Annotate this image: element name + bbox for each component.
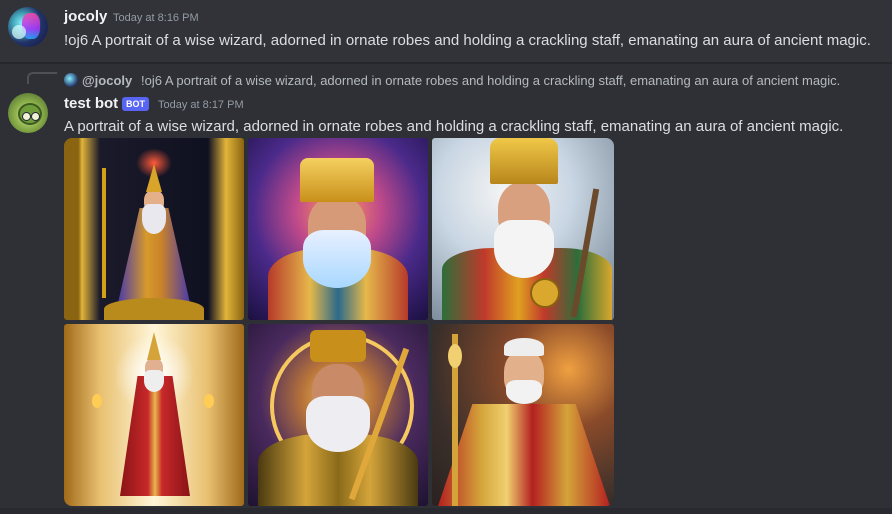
message-content-2: A portrait of a wise wizard, adorned in … [64, 118, 844, 135]
timestamp-message1[interactable]: Today at 8:16 PM [113, 12, 199, 24]
image-grid [64, 138, 614, 506]
chat-bottom-edge [0, 508, 892, 514]
wizard-image-6[interactable] [432, 324, 614, 506]
avatar-test-bot[interactable] [8, 93, 48, 133]
bot-badge: BOT [122, 97, 149, 111]
wizard-image-5[interactable] [248, 324, 428, 506]
username-test-bot[interactable]: test bot [64, 95, 118, 112]
username-jocoly[interactable]: jocoly [64, 8, 107, 25]
avatar-jocoly[interactable] [8, 7, 48, 47]
wizard-image-2[interactable] [248, 138, 428, 320]
message-jocoly [0, 0, 892, 62]
wizard-image-1[interactable] [64, 138, 244, 320]
reply-username[interactable]: @jocoly [82, 73, 132, 88]
reply-preview-text[interactable]: !oj6 A portrait of a wise wizard, adorne… [141, 73, 840, 88]
reply-avatar[interactable] [64, 73, 78, 87]
reply-connector [27, 72, 57, 84]
wizard-image-4[interactable] [64, 324, 244, 506]
message-content-1: !oj6 A portrait of a wise wizard, adorne… [64, 32, 871, 49]
wizard-image-3[interactable] [432, 138, 614, 320]
timestamp-message2[interactable]: Today at 8:17 PM [158, 99, 244, 111]
